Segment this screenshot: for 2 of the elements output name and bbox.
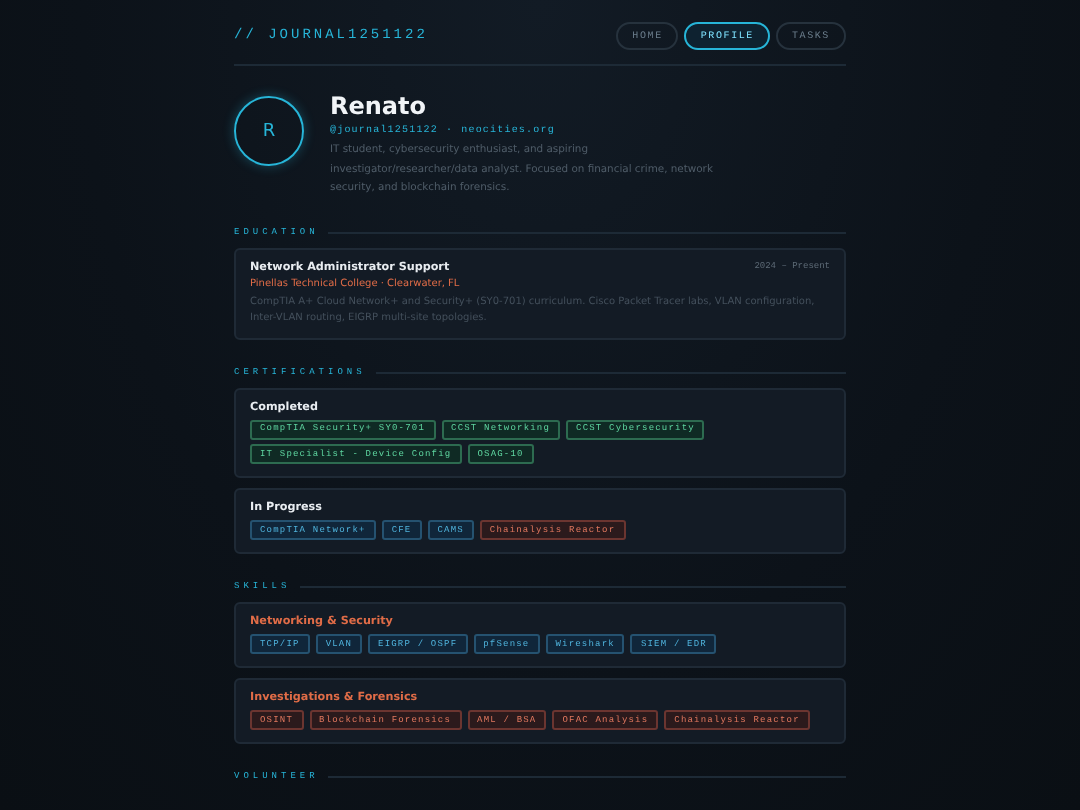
- avatar: R: [234, 96, 304, 166]
- profile-name: Renato: [330, 92, 428, 120]
